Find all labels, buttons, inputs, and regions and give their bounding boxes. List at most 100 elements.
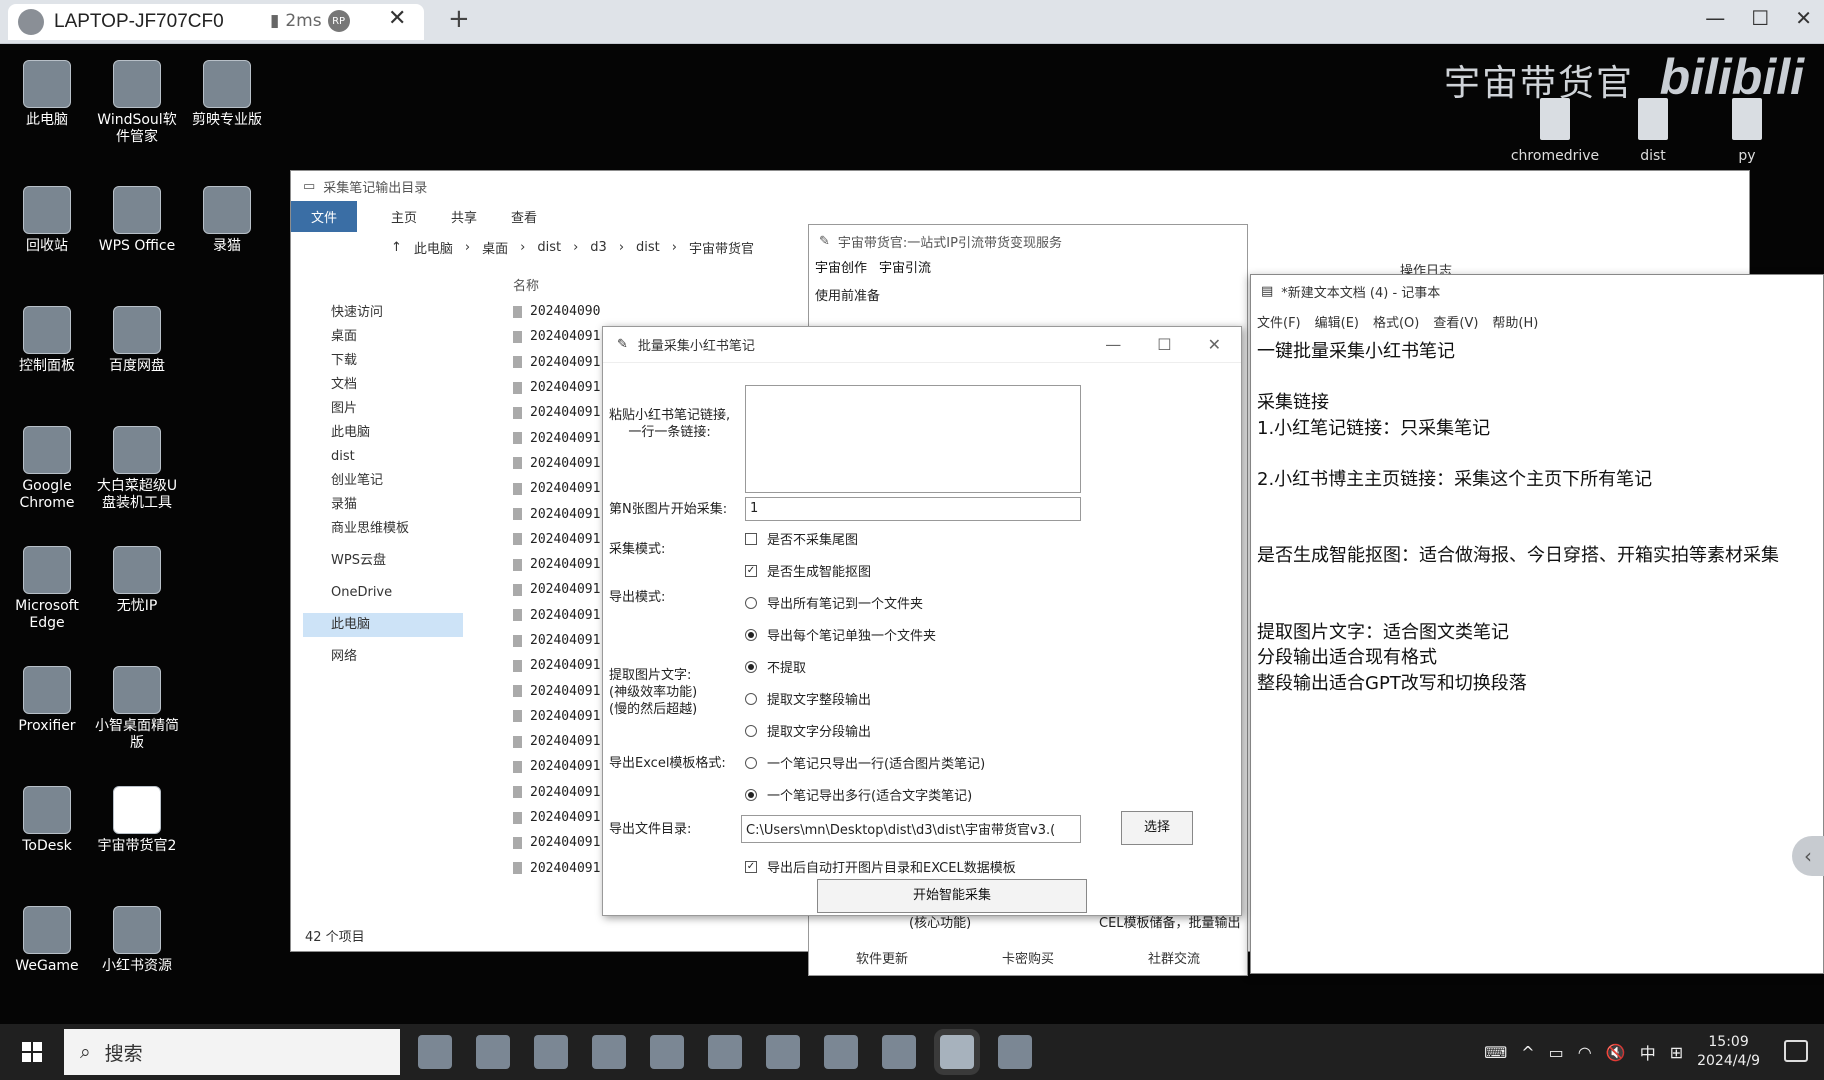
wps-icon[interactable] bbox=[824, 1035, 858, 1069]
option-no-extract[interactable]: 不提取 bbox=[745, 657, 806, 676]
desktop-icon-windsoul[interactable]: WindSoul软件管家 bbox=[92, 60, 182, 146]
desktop-icon-wegame[interactable]: WeGame bbox=[2, 906, 92, 975]
minimize-icon[interactable]: — bbox=[1705, 6, 1725, 30]
checkbox-icon[interactable] bbox=[745, 532, 757, 545]
desktop-icon-control-panel[interactable]: 控制面板 bbox=[2, 306, 92, 375]
desktop-icon-dabaicai[interactable]: 大白菜超级U盘装机工具 bbox=[92, 426, 182, 512]
nav-documents[interactable]: 文档 bbox=[303, 373, 463, 397]
option-excel-multi-row[interactable]: 一个笔记导出多行(适合文字类笔记) bbox=[745, 785, 972, 804]
option-export-each-folder[interactable]: 导出每个笔记单独一个文件夹 bbox=[745, 625, 936, 644]
battery-icon[interactable]: ▭ bbox=[1549, 1043, 1564, 1062]
option-excel-one-row[interactable]: 一个笔记只导出一行(适合图片类笔记) bbox=[745, 753, 985, 772]
menu-format[interactable]: 格式(O) bbox=[1373, 312, 1419, 331]
option-auto-open[interactable]: ✓ 导出后自动打开图片目录和EXCEL数据模板 bbox=[745, 857, 1016, 876]
ribbon-tab-share[interactable]: 共享 bbox=[451, 207, 477, 226]
choose-dir-button[interactable]: 选择 bbox=[1121, 811, 1193, 845]
close-tab-icon[interactable]: ✕ bbox=[388, 6, 406, 31]
ribbon-tab-file[interactable]: 文件 bbox=[291, 200, 358, 232]
column-header-name[interactable]: 名称 bbox=[501, 275, 801, 299]
nav-pictures[interactable]: 图片 bbox=[303, 397, 463, 421]
desktop-icon-xiaozhi[interactable]: 小智桌面精简版 bbox=[92, 666, 182, 752]
desktop-icon-edge[interactable]: Microsoft Edge bbox=[2, 546, 92, 632]
ribbon-tab-view[interactable]: 查看 bbox=[511, 207, 537, 226]
option-extract-split[interactable]: 提取文字分段输出 bbox=[745, 721, 871, 740]
radio-selected-icon[interactable] bbox=[745, 788, 757, 801]
radio-selected-icon[interactable] bbox=[745, 660, 757, 673]
menu-creation[interactable]: 宇宙创作 bbox=[815, 257, 867, 285]
yuzhou-app-icon[interactable] bbox=[940, 1035, 974, 1069]
radio-selected-icon[interactable] bbox=[745, 628, 757, 641]
file-explorer-icon[interactable] bbox=[534, 1035, 568, 1069]
wifi-icon[interactable]: ◠ bbox=[1578, 1043, 1592, 1062]
maximize-icon[interactable]: ☐ bbox=[1751, 6, 1769, 30]
nav-quick-access[interactable]: 快速访问 bbox=[303, 301, 463, 325]
desktop-icon-proxifier[interactable]: Proxifier bbox=[2, 666, 92, 735]
radio-icon[interactable] bbox=[745, 596, 757, 609]
taskbar-search[interactable]: ⌕ 搜索 bbox=[64, 1029, 400, 1075]
radio-icon[interactable] bbox=[745, 724, 757, 737]
radio-icon[interactable] bbox=[745, 756, 757, 769]
terminal-icon[interactable] bbox=[650, 1035, 684, 1069]
volume-muted-icon[interactable]: 🔇 bbox=[1606, 1043, 1626, 1062]
community-link[interactable]: 社群交流 bbox=[1148, 948, 1200, 967]
menu-view[interactable]: 查看(V) bbox=[1433, 312, 1478, 331]
desktop-icon-py[interactable]: py bbox=[1692, 98, 1802, 164]
close-icon[interactable]: ✕ bbox=[1208, 335, 1221, 354]
keyboard-icon[interactable]: ⌨ bbox=[1484, 1043, 1507, 1062]
nav-lumao[interactable]: 录猫 bbox=[303, 493, 463, 517]
nav-wps-cloud[interactable]: WPS云盘 bbox=[303, 549, 463, 573]
up-arrow-icon[interactable]: ↑ bbox=[391, 240, 402, 255]
nav-this-pc-pinned[interactable]: 此电脑 bbox=[303, 421, 463, 445]
clock[interactable]: 15:09 2024/4/9 bbox=[1697, 1033, 1760, 1071]
task-view-icon[interactable] bbox=[418, 1035, 452, 1069]
start-image-input[interactable]: 1 bbox=[745, 497, 1081, 521]
desktop-icon-lumao[interactable]: 录猫 bbox=[182, 186, 272, 255]
nav-startup-notes[interactable]: 创业笔记 bbox=[303, 469, 463, 493]
notepad-text-area[interactable]: 一键批量采集小红书笔记 采集链接 1.小红笔记链接：只采集笔记 2.小红书博主主… bbox=[1251, 335, 1823, 700]
menu-prep[interactable]: 使用前准备 bbox=[809, 285, 1247, 304]
desktop-icon-wuyou-ip[interactable]: 无忧IP bbox=[92, 546, 182, 615]
start-button[interactable] bbox=[0, 1024, 64, 1080]
close-window-icon[interactable]: ✕ bbox=[1795, 6, 1812, 30]
checkbox-checked-icon[interactable]: ✓ bbox=[745, 860, 757, 873]
nav-downloads[interactable]: 下载 bbox=[303, 349, 463, 373]
option-extract-whole[interactable]: 提取文字整段输出 bbox=[745, 689, 871, 708]
desktop-icon-wps[interactable]: WPS Office bbox=[92, 186, 182, 255]
todesk-icon[interactable] bbox=[708, 1035, 742, 1069]
desktop-icon-todesk[interactable]: ToDesk bbox=[2, 786, 92, 855]
menu-help[interactable]: 帮助(H) bbox=[1492, 312, 1538, 331]
edge-icon[interactable] bbox=[476, 1035, 510, 1069]
notification-icon[interactable] bbox=[1784, 1040, 1808, 1062]
feather-app-icon[interactable] bbox=[998, 1035, 1032, 1069]
nav-network[interactable]: 网络 bbox=[303, 645, 463, 669]
minimize-icon[interactable]: — bbox=[1105, 335, 1121, 354]
option-no-tail[interactable]: 是否不采集尾图 bbox=[745, 529, 858, 548]
nav-onedrive[interactable]: OneDrive bbox=[303, 581, 463, 605]
maximize-icon[interactable]: ☐ bbox=[1157, 335, 1171, 354]
nav-dist[interactable]: dist bbox=[303, 445, 463, 469]
link-textarea[interactable] bbox=[745, 385, 1081, 493]
desktop-icon-xhs-resources[interactable]: 小红书资源 bbox=[92, 906, 182, 975]
software-update-link[interactable]: 软件更新 bbox=[856, 948, 908, 967]
desktop-icon-yuzhou2[interactable]: 宇宙带货官2 bbox=[92, 786, 182, 855]
desktop-icon-baidu-netdisk[interactable]: 百度网盘 bbox=[92, 306, 182, 375]
option-smart-cutout[interactable]: ✓ 是否生成智能抠图 bbox=[745, 561, 871, 580]
desktop-icon-this-pc[interactable]: 此电脑 bbox=[2, 60, 92, 129]
menu-traffic[interactable]: 宇宙引流 bbox=[879, 257, 931, 285]
show-hidden-icons[interactable]: ^ bbox=[1521, 1043, 1534, 1062]
desktop-icon-capcut[interactable]: 剪映专业版 bbox=[182, 60, 272, 129]
nav-desktop[interactable]: 桌面 bbox=[303, 325, 463, 349]
radio-icon[interactable] bbox=[745, 692, 757, 705]
nav-this-pc[interactable]: 此电脑 bbox=[303, 613, 463, 637]
network-app-icon[interactable] bbox=[766, 1035, 800, 1069]
start-collect-button[interactable]: 开始智能采集 bbox=[817, 879, 1087, 913]
menu-edit[interactable]: 编辑(E) bbox=[1315, 312, 1359, 331]
nav-business-templates[interactable]: 商业思维模板 bbox=[303, 517, 463, 541]
desktop-icon-recycle-bin[interactable]: 回收站 bbox=[2, 186, 92, 255]
desktop-icon-chromedrive[interactable]: chromedrive bbox=[1500, 98, 1610, 164]
app-icon[interactable] bbox=[592, 1035, 626, 1069]
chrome-icon[interactable] bbox=[882, 1035, 916, 1069]
ime-mode-icon[interactable]: ⊞ bbox=[1670, 1043, 1683, 1062]
checkbox-checked-icon[interactable]: ✓ bbox=[745, 564, 757, 577]
new-tab-icon[interactable]: + bbox=[448, 4, 470, 34]
